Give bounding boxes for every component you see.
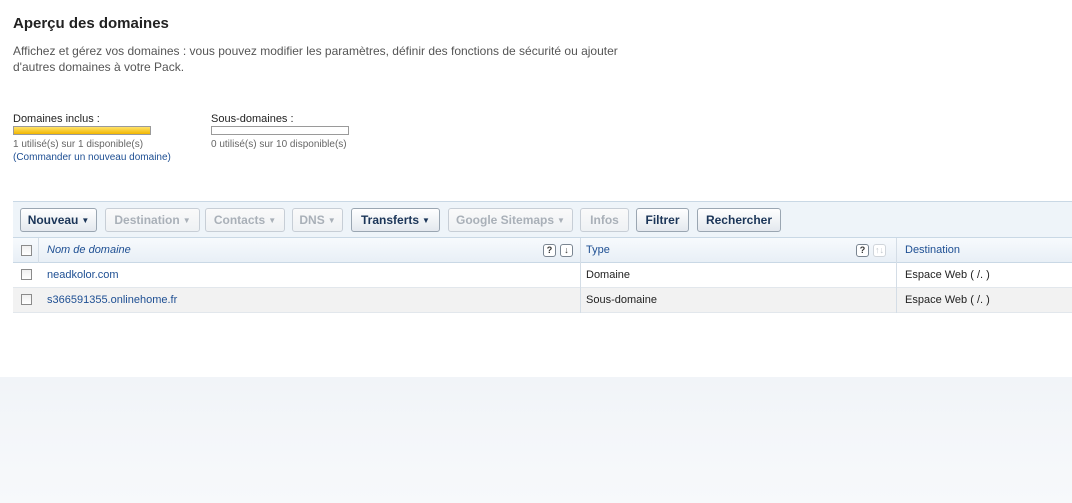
column-divider bbox=[580, 263, 581, 288]
domain-name-link[interactable]: s366591355.onlinehome.fr bbox=[47, 294, 177, 307]
sort-arrow-down-icon[interactable]: ↓ bbox=[560, 244, 573, 257]
search-button[interactable]: Rechercher bbox=[697, 208, 781, 232]
table-row[interactable]: neadkolor.com Domaine Espace Web ( /. ) bbox=[13, 263, 1072, 288]
page-title: Aperçu des domaines bbox=[13, 15, 169, 32]
chevron-down-icon: ▼ bbox=[327, 215, 336, 225]
help-icon[interactable]: ? bbox=[856, 244, 869, 257]
transfers-button-label: Transferts bbox=[361, 213, 420, 227]
new-button-label: Nouveau bbox=[27, 213, 79, 227]
column-divider bbox=[896, 263, 897, 288]
select-all-checkbox[interactable] bbox=[21, 245, 32, 256]
chevron-down-icon: ▼ bbox=[268, 215, 277, 225]
domains-quota-bar-fill bbox=[14, 127, 150, 134]
contacts-button[interactable]: Contacts ▼ bbox=[205, 208, 285, 232]
column-divider bbox=[580, 238, 581, 263]
domain-destination: Espace Web ( /. ) bbox=[905, 294, 990, 306]
column-header-type[interactable]: Type bbox=[586, 244, 610, 257]
infos-button[interactable]: Infos bbox=[580, 208, 629, 232]
column-divider bbox=[38, 238, 39, 263]
row-checkbox[interactable] bbox=[21, 294, 32, 305]
table-header: Nom de domaine ? ↓ Type ? ↑↓ Destination bbox=[13, 238, 1072, 263]
order-new-domain-link[interactable]: (Commander un nouveau domaine) bbox=[13, 151, 171, 164]
column-divider bbox=[896, 288, 897, 313]
row-checkbox[interactable] bbox=[21, 269, 32, 280]
subdomains-quota: Sous-domaines : 0 utilisé(s) sur 10 disp… bbox=[211, 112, 349, 151]
chevron-down-icon: ▼ bbox=[557, 215, 565, 225]
domains-quota-bar bbox=[13, 126, 151, 135]
subdomains-quota-usage: 0 utilisé(s) sur 10 disponible(s) bbox=[211, 139, 347, 150]
domain-toolbar: Nouveau ▼ Destination ▼ Contacts ▼ DNS ▼ Tra… bbox=[13, 201, 1072, 238]
infos-button-label: Infos bbox=[590, 213, 619, 227]
transfers-button[interactable]: Transferts ▼ bbox=[351, 208, 440, 232]
google-sitemaps-button-label: Google Sitemaps bbox=[456, 213, 555, 227]
filter-button[interactable]: Filtrer bbox=[636, 208, 689, 232]
chevron-down-icon: ▼ bbox=[422, 215, 430, 225]
contacts-button-label: Contacts bbox=[213, 213, 266, 227]
dns-button[interactable]: DNS ▼ bbox=[292, 208, 343, 232]
table-row[interactable]: s366591355.onlinehome.fr Sous-domaine Es… bbox=[13, 288, 1072, 313]
filter-button-label: Filtrer bbox=[645, 213, 680, 227]
page-intro-text: Affichez et gérez vos domaines : vous po… bbox=[13, 44, 618, 74]
help-icon[interactable]: ? bbox=[543, 244, 556, 257]
new-button[interactable]: Nouveau ▼ bbox=[20, 208, 97, 232]
domain-name-link[interactable]: neadkolor.com bbox=[47, 269, 119, 282]
domains-quota-label: Domaines inclus : bbox=[13, 113, 100, 125]
chevron-down-icon: ▼ bbox=[182, 215, 191, 225]
column-header-destination[interactable]: Destination bbox=[905, 244, 960, 257]
column-divider bbox=[896, 238, 897, 263]
domains-quota: Domaines inclus : 1 utilisé(s) sur 1 dis… bbox=[13, 112, 171, 164]
domains-quota-usage: 1 utilisé(s) sur 1 disponible(s) bbox=[13, 139, 144, 150]
domain-type: Domaine bbox=[586, 269, 631, 281]
dns-button-label: DNS bbox=[299, 213, 325, 227]
subdomains-quota-bar bbox=[211, 126, 349, 135]
sort-arrows-icon[interactable]: ↑↓ bbox=[873, 244, 886, 257]
column-header-name[interactable]: Nom de domaine bbox=[47, 244, 131, 257]
column-divider bbox=[580, 288, 581, 313]
google-sitemaps-button[interactable]: Google Sitemaps ▼ bbox=[448, 208, 573, 232]
destination-button[interactable]: Destination ▼ bbox=[105, 208, 200, 232]
domain-destination: Espace Web ( /. ) bbox=[905, 269, 990, 281]
subdomains-quota-label: Sous-domaines : bbox=[211, 113, 294, 125]
destination-button-label: Destination bbox=[114, 213, 180, 227]
search-button-label: Rechercher bbox=[705, 213, 773, 227]
page-footer-background bbox=[0, 377, 1072, 503]
domain-type: Sous-domaine bbox=[586, 294, 657, 306]
chevron-down-icon: ▼ bbox=[81, 215, 90, 225]
